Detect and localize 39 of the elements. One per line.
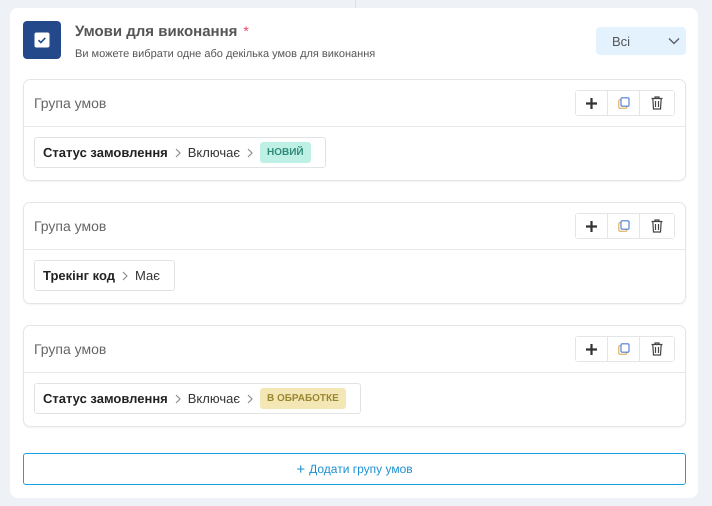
condition-chip[interactable]: Трекінг код Має: [34, 260, 175, 291]
copy-icon: [618, 343, 630, 355]
check-icon: [34, 32, 50, 48]
add-condition-button[interactable]: [576, 91, 608, 115]
condition-operator: Включає: [188, 145, 240, 160]
status-tag: НОВИЙ: [260, 142, 311, 163]
plus-icon: [586, 344, 597, 354]
add-group-button[interactable]: + Додати групу умов: [23, 453, 686, 485]
group-title: Група умов: [34, 341, 106, 357]
condition-operator: Включає: [188, 391, 240, 406]
condition-field: Статус замовлення: [43, 391, 168, 406]
required-mark: *: [243, 23, 249, 40]
section-subtitle: Ви можете вибрати одне або декілька умов для виконання: [75, 48, 376, 60]
copy-icon: [618, 97, 630, 109]
chevron-right-icon: [174, 394, 181, 404]
checkbox[interactable]: [23, 21, 61, 59]
plus-icon: [586, 98, 597, 108]
copy-icon: [618, 220, 630, 232]
mode-dropdown[interactable]: Всі: [596, 27, 686, 55]
chevron-down-icon: [668, 37, 680, 45]
plus-icon: [586, 220, 597, 232]
condition-chip[interactable]: Статус замовлення Включає В ОБРАБОТКЕ: [34, 383, 361, 414]
trash-icon: [651, 342, 663, 356]
chevron-right-icon: [246, 148, 253, 158]
add-condition-button[interactable]: [576, 337, 608, 361]
chevron-right-icon: [246, 394, 253, 404]
status-tag: В ОБРАБОТКЕ: [260, 388, 346, 409]
condition-chip[interactable]: Статус замовлення Включає НОВИЙ: [34, 137, 326, 168]
chevron-right-icon: [122, 270, 128, 280]
trash-icon: [651, 96, 663, 110]
condition-operator: Має: [134, 268, 160, 283]
add-condition-button[interactable]: [576, 214, 608, 238]
trash-icon: [651, 219, 663, 233]
condition-field: Статус замовлення: [43, 145, 168, 160]
chevron-right-icon: [174, 148, 181, 158]
condition-field: Трекінг код: [43, 268, 115, 283]
group-title: Група умов: [34, 95, 106, 111]
group-title: Група умов: [34, 218, 106, 234]
section-title: Умови для виконання: [75, 23, 238, 40]
